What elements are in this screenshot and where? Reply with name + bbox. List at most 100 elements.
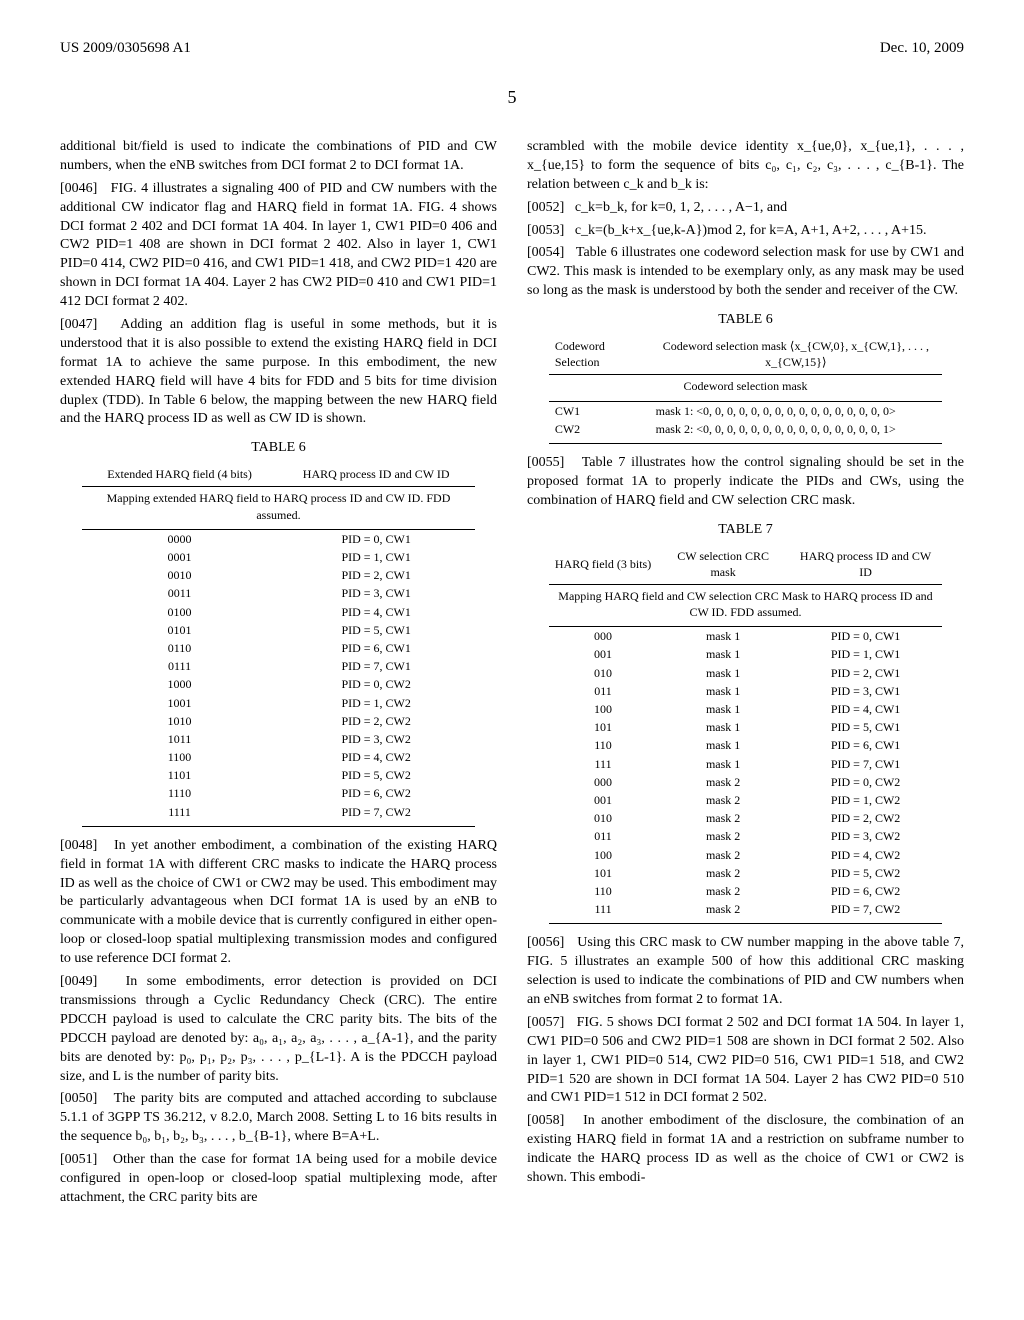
para-label: [0055] bbox=[527, 455, 564, 470]
left-column: additional bit/field is used to indicate… bbox=[60, 138, 497, 1212]
table-cell: 0000 bbox=[82, 529, 277, 548]
para-text: Other than the case for format 1A being … bbox=[60, 1152, 497, 1205]
page-header: US 2009/0305698 A1 Dec. 10, 2009 bbox=[60, 40, 964, 57]
paragraph-0047: [0047] Adding an addition flag is useful… bbox=[60, 316, 497, 429]
paragraph-0051: [0051] Other than the case for format 1A… bbox=[60, 1151, 497, 1208]
table-cell: PID = 3, CW2 bbox=[277, 730, 475, 748]
table6-title: Mapping extended HARQ field to HARQ proc… bbox=[82, 487, 475, 529]
table-cell: mask 1: <0, 0, 0, 0, 0, 0, 0, 0, 0, 0, 0… bbox=[650, 401, 943, 420]
table-row: 110mask 2PID = 6, CW2 bbox=[549, 882, 942, 900]
table-cell: mask 1 bbox=[657, 627, 789, 646]
page-number: 5 bbox=[60, 87, 964, 108]
para-text: In some embodiments, error detection is … bbox=[60, 974, 497, 1083]
paragraph-0057: [0057] FIG. 5 shows DCI format 2 502 and… bbox=[527, 1014, 964, 1108]
table-cell: mask 1 bbox=[657, 664, 789, 682]
table7-header-2: HARQ process ID and CW ID bbox=[789, 544, 942, 585]
table-cell: 1011 bbox=[82, 730, 277, 748]
table-cell: 0010 bbox=[82, 566, 277, 584]
table-row: 1001PID = 1, CW2 bbox=[82, 694, 475, 712]
table-row: 0101PID = 5, CW1 bbox=[82, 621, 475, 639]
table-row: 0110PID = 6, CW1 bbox=[82, 639, 475, 657]
table-cell: 1001 bbox=[82, 694, 277, 712]
table-cell: PID = 7, CW1 bbox=[277, 657, 475, 675]
table-cell: 100 bbox=[549, 700, 657, 718]
table6b-title: Codeword selection mask bbox=[549, 375, 942, 401]
paragraph-0050: [0050] The parity bits are computed and … bbox=[60, 1090, 497, 1147]
table-row: 011mask 1PID = 3, CW1 bbox=[549, 682, 942, 700]
table-row: 111mask 1PID = 7, CW1 bbox=[549, 755, 942, 773]
paragraph-0055: [0055] Table 7 illustrates how the contr… bbox=[527, 454, 964, 511]
table-row: 0100PID = 4, CW1 bbox=[82, 603, 475, 621]
table-cell: mask 2 bbox=[657, 827, 789, 845]
table-row: 0011PID = 3, CW1 bbox=[82, 584, 475, 602]
table-cell: mask 2 bbox=[657, 900, 789, 924]
table-row: 1000PID = 0, CW2 bbox=[82, 675, 475, 693]
para-text: c_k=b_k, for k=0, 1, 2, . . . , A−1, and bbox=[575, 200, 787, 215]
paragraph-0048: [0048] In yet another embodiment, a comb… bbox=[60, 837, 497, 969]
table-row: 1011PID = 3, CW2 bbox=[82, 730, 475, 748]
table-cell: mask 2 bbox=[657, 846, 789, 864]
table-cell: PID = 6, CW2 bbox=[277, 784, 475, 802]
table-cell: 1100 bbox=[82, 748, 277, 766]
table7-title: Mapping HARQ field and CW selection CRC … bbox=[549, 584, 942, 626]
para-text: Using this CRC mask to CW number mapping… bbox=[527, 935, 964, 1007]
table-cell: 110 bbox=[549, 882, 657, 900]
para-text: c_k=(b_k+x_{ue,k-A})mod 2, for k=A, A+1,… bbox=[575, 223, 927, 238]
table-cell: 101 bbox=[549, 864, 657, 882]
table-cell: PID = 1, CW2 bbox=[789, 791, 942, 809]
table-row: 101mask 1PID = 5, CW1 bbox=[549, 718, 942, 736]
table-cell: PID = 2, CW1 bbox=[789, 664, 942, 682]
table-row: 0000PID = 0, CW1 bbox=[82, 529, 475, 548]
table-cell: 010 bbox=[549, 809, 657, 827]
table-cell: 111 bbox=[549, 755, 657, 773]
table-cell: PID = 2, CW2 bbox=[789, 809, 942, 827]
table-cell: 101 bbox=[549, 718, 657, 736]
table-row: 1100PID = 4, CW2 bbox=[82, 748, 475, 766]
paragraph-0058: [0058] In another embodiment of the disc… bbox=[527, 1112, 964, 1188]
table-cell: mask 1 bbox=[657, 700, 789, 718]
para-label: [0050] bbox=[60, 1091, 97, 1106]
table7: Mapping HARQ field and CW selection CRC … bbox=[549, 544, 942, 925]
table-row: 000mask 1PID = 0, CW1 bbox=[549, 627, 942, 646]
para-label: [0053] bbox=[527, 223, 564, 238]
table-cell: PID = 4, CW2 bbox=[277, 748, 475, 766]
para-label: [0056] bbox=[527, 935, 564, 950]
table-cell: PID = 3, CW2 bbox=[789, 827, 942, 845]
table-cell: mask 2 bbox=[657, 791, 789, 809]
table-cell: PID = 5, CW2 bbox=[277, 766, 475, 784]
table-cell: PID = 4, CW1 bbox=[789, 700, 942, 718]
patent-page: US 2009/0305698 A1 Dec. 10, 2009 5 addit… bbox=[0, 0, 1024, 1252]
table-row: 000mask 2PID = 0, CW2 bbox=[549, 773, 942, 791]
table-cell: 110 bbox=[549, 736, 657, 754]
table-cell: mask 2: <0, 0, 0, 0, 0, 0, 0, 0, 0, 0, 0… bbox=[650, 420, 943, 444]
para-text: Table 7 illustrates how the control sign… bbox=[527, 455, 964, 508]
table-row: 0010PID = 2, CW1 bbox=[82, 566, 475, 584]
table-cell: 111 bbox=[549, 900, 657, 924]
table-row: 100mask 2PID = 4, CW2 bbox=[549, 846, 942, 864]
table6-header-1: HARQ process ID and CW ID bbox=[277, 462, 475, 487]
paragraph-0053: [0053] c_k=(b_k+x_{ue,k-A})mod 2, for k=… bbox=[527, 222, 964, 241]
table7-header-1: CW selection CRC mask bbox=[657, 544, 789, 585]
table-cell: PID = 3, CW1 bbox=[277, 584, 475, 602]
table-cell: CW2 bbox=[549, 420, 650, 444]
table-row: CW2mask 2: <0, 0, 0, 0, 0, 0, 0, 0, 0, 0… bbox=[549, 420, 942, 444]
table-row: 110mask 1PID = 6, CW1 bbox=[549, 736, 942, 754]
table6-caption: TABLE 6 bbox=[60, 439, 497, 458]
table-cell: PID = 3, CW1 bbox=[789, 682, 942, 700]
table-cell: PID = 7, CW2 bbox=[789, 900, 942, 924]
table-cell: PID = 7, CW2 bbox=[277, 803, 475, 827]
table-row: 111mask 2PID = 7, CW2 bbox=[549, 900, 942, 924]
para-text: In yet another embodiment, a combination… bbox=[60, 838, 497, 966]
table-cell: PID = 1, CW2 bbox=[277, 694, 475, 712]
table-row: 010mask 2PID = 2, CW2 bbox=[549, 809, 942, 827]
table-cell: CW1 bbox=[549, 401, 650, 420]
table-cell: mask 2 bbox=[657, 809, 789, 827]
para-label: [0047] bbox=[60, 317, 97, 332]
paragraph-0056: [0056] Using this CRC mask to CW number … bbox=[527, 934, 964, 1010]
para-text: Table 6 illustrates one codeword selecti… bbox=[527, 245, 964, 298]
publication-number: US 2009/0305698 A1 bbox=[60, 40, 191, 57]
table-cell: PID = 7, CW1 bbox=[789, 755, 942, 773]
publication-date: Dec. 10, 2009 bbox=[880, 40, 964, 57]
table-row: 0001PID = 1, CW1 bbox=[82, 548, 475, 566]
paragraph-0054: [0054] Table 6 illustrates one codeword … bbox=[527, 244, 964, 301]
